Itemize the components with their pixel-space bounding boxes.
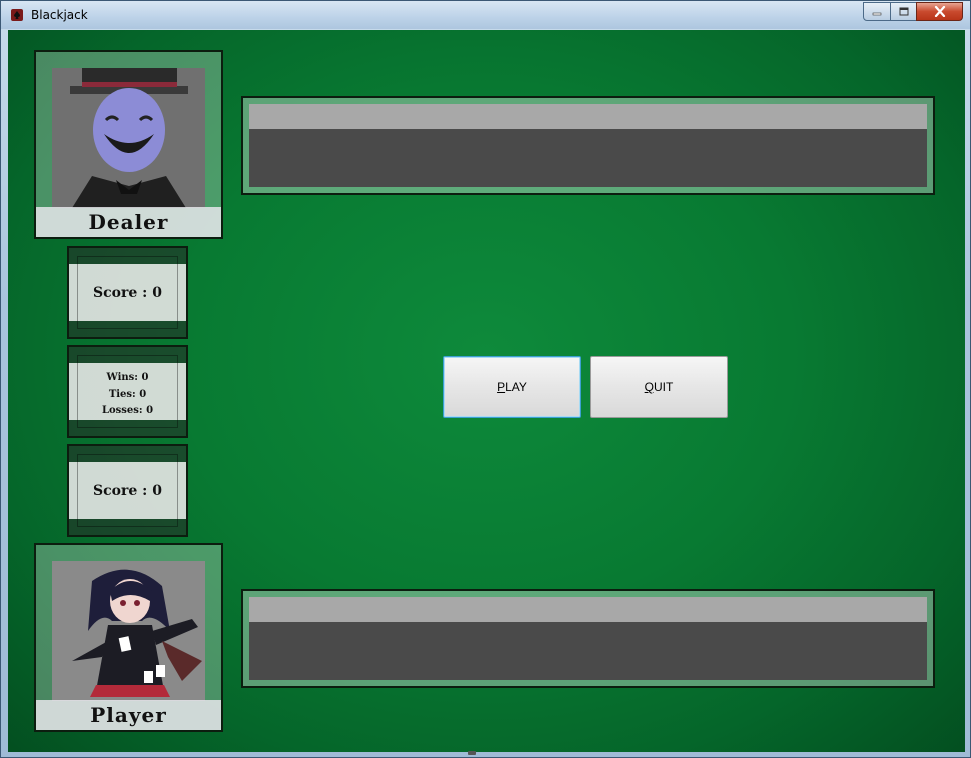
play-mnemonic: P [497, 380, 506, 394]
close-icon [934, 6, 945, 17]
quit-button[interactable]: Q UIT [590, 356, 728, 418]
quit-mnemonic: Q [644, 380, 654, 394]
dealer-score-panel: Score : 0 [67, 246, 188, 339]
ties-count: Ties: 0 [108, 388, 147, 400]
dealer-avatar [52, 68, 205, 208]
dealer-caption: Dealer [36, 207, 221, 237]
dealer-portrait: Dealer [34, 50, 223, 239]
player-score-panel: Score : 0 [67, 444, 188, 537]
stats-panel: Wins: 0 Ties: 0 Losses: 0 [67, 345, 188, 438]
player-hand-area [241, 589, 935, 688]
dealer-hand-area [241, 96, 935, 195]
dealer-score: Score : 0 [93, 284, 162, 301]
play-label-rest: LAY [505, 380, 527, 394]
resize-grip[interactable] [468, 751, 476, 755]
minimize-button[interactable] [863, 2, 891, 21]
close-button[interactable] [916, 2, 963, 21]
player-caption: Player [36, 700, 221, 730]
title-bar[interactable]: Blackjack [1, 1, 970, 29]
maximize-button[interactable] [890, 2, 917, 21]
player-score: Score : 0 [93, 482, 162, 499]
player-portrait: Player [34, 543, 223, 732]
card-spade-icon [11, 9, 23, 21]
losses-count: Losses: 0 [101, 405, 154, 416]
app-window: Blackjack Dealer Score: 0 Wins: 0 Ties:… [0, 0, 971, 758]
minimize-icon [872, 12, 882, 15]
quit-label-rest: UIT [654, 380, 674, 394]
player-girl-icon [52, 561, 205, 701]
dealer-mask-icon [52, 68, 205, 208]
play-button[interactable]: P LAY [443, 356, 581, 418]
maximize-icon [899, 7, 908, 16]
window-title: Blackjack [31, 8, 88, 22]
wins-count: Wins: 0 [106, 372, 149, 383]
player-avatar [52, 561, 205, 701]
game-table: Dealer Score : 0 Wins: 0 Ties: 0 Losses:… [8, 30, 965, 752]
